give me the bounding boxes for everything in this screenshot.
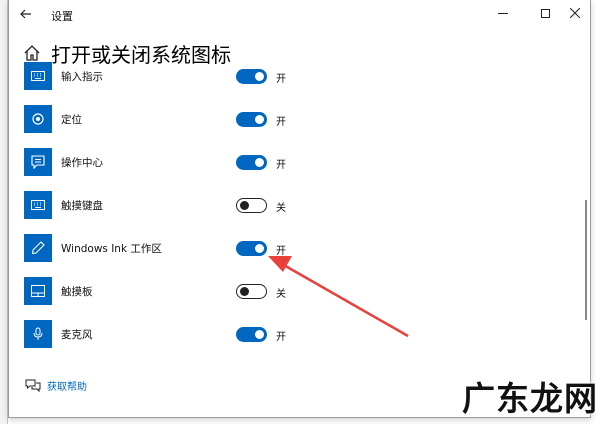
touch-keyboard-icon [24,191,52,219]
toggle-touchpad[interactable] [236,284,267,299]
get-help-label[interactable]: 获取帮助 [47,378,87,393]
toggle-state-label: 开 [276,160,286,171]
chat-help-icon [25,379,41,392]
list-item-microphone: 麦克风 开 [9,320,590,356]
toggle-state-label: 关 [276,289,286,300]
back-button[interactable] [13,2,39,26]
toggle-location[interactable] [236,112,267,127]
scrollbar[interactable] [585,200,587,320]
toggle-input-indicator[interactable] [236,69,267,84]
pen-icon [24,234,52,262]
toggle-state-label: 开 [276,74,286,85]
get-help-link[interactable]: 获取帮助 [25,378,87,393]
touchpad-icon [24,277,52,305]
background-window-edge [0,0,8,424]
minimize-icon [498,12,508,14]
toggle-action-center[interactable] [236,155,267,170]
list-item-action-center: 操作中心 开 [9,148,590,184]
app-title: 设置 [51,10,73,23]
item-label: 输入指示 [61,71,103,83]
list-item-touch-keyboard: 触摸键盘 关 [9,191,590,227]
toggle-touch-keyboard[interactable] [236,198,267,213]
toggle-state-label: 开 [276,117,286,128]
close-icon [570,8,580,18]
toggle-microphone[interactable] [236,327,267,342]
maximize-button[interactable] [531,0,559,26]
item-label: Windows Ink 工作区 [61,243,162,255]
toggle-state-label: 开 [276,246,286,257]
toggle-windows-ink[interactable] [236,241,267,256]
item-label: 麦克风 [61,329,93,341]
list-item-input-indicator: 输入指示 开 [9,62,590,98]
list-item-windows-ink: Windows Ink 工作区 开 [9,234,590,270]
settings-window: 设置 打开或关闭系统图标 输入指示 开 定位 开 操作中心 开 触摸键盘 关 W… [8,0,591,418]
home-icon[interactable] [23,44,41,62]
maximize-icon [540,8,550,18]
item-label: 定位 [61,114,82,126]
toggle-state-label: 关 [276,203,286,214]
list-item-touchpad: 触摸板 关 [9,277,590,313]
title-bar: 设置 [9,0,590,30]
microphone-icon [24,320,52,348]
watermark: 广东龙网 [462,379,598,418]
keyboard-icon [24,62,52,90]
action-center-icon [24,148,52,176]
item-label: 操作中心 [61,157,103,169]
item-label: 触摸键盘 [61,200,103,212]
close-button[interactable] [561,0,589,26]
minimize-button[interactable] [489,0,517,26]
toggle-state-label: 开 [276,332,286,343]
list-item-location: 定位 开 [9,105,590,141]
back-arrow-icon [20,9,31,19]
item-label: 触摸板 [61,286,93,298]
location-icon [24,105,52,133]
